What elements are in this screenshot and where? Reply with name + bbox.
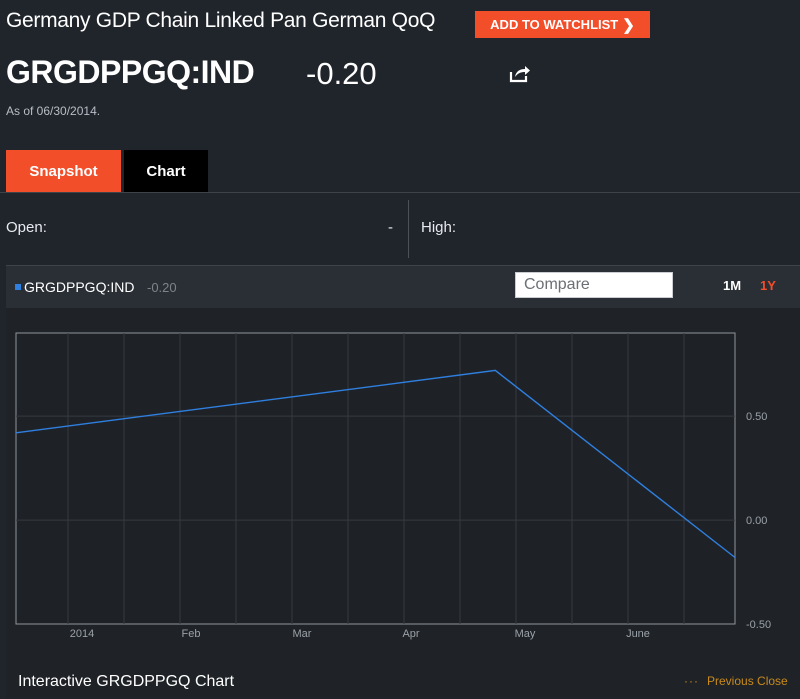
previous-close-legend: ··· Previous Close	[684, 674, 788, 688]
y-tick-label: 0.50	[746, 411, 767, 423]
line-chart[interactable]: 0.50 0.00 -0.50 2014 Feb Mar Apr May June	[0, 0, 800, 699]
previous-close-label: Previous Close	[707, 674, 788, 688]
x-tick-label: May	[515, 628, 536, 640]
x-tick-label: Mar	[293, 628, 312, 640]
y-tick-label: -0.50	[746, 619, 771, 631]
chart-caption: Interactive GRGDPPGQ Chart	[18, 673, 235, 690]
x-tick-label: Apr	[402, 628, 419, 640]
y-tick-label: 0.00	[746, 515, 767, 527]
x-tick-label: June	[626, 628, 650, 640]
x-tick-label: Feb	[182, 628, 201, 640]
previous-close-marker: ···	[684, 674, 699, 688]
x-tick-label: 2014	[70, 628, 94, 640]
